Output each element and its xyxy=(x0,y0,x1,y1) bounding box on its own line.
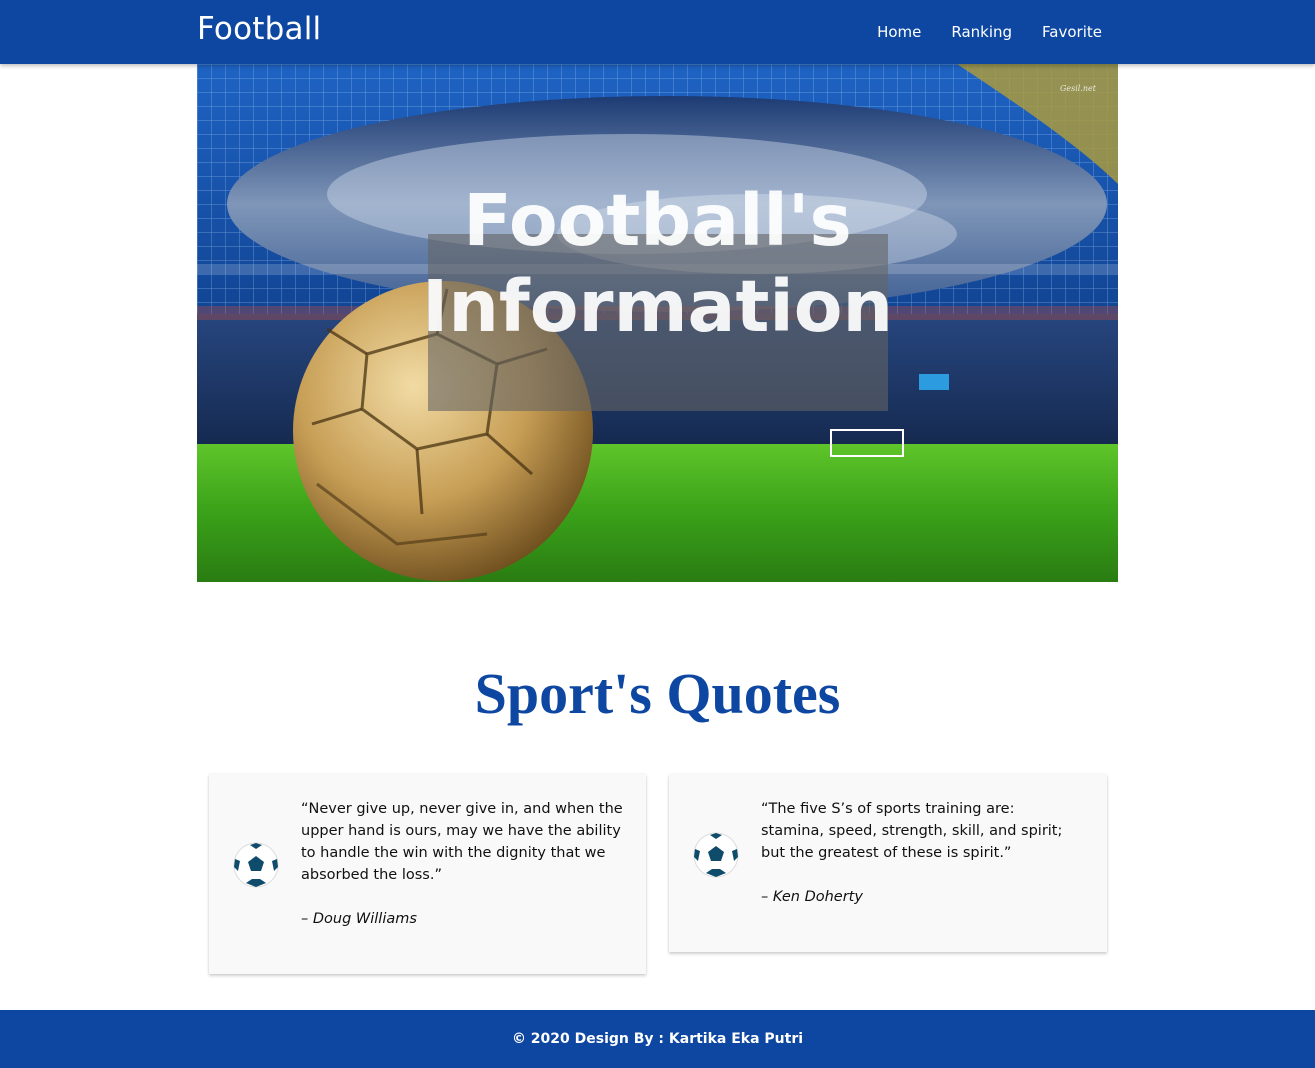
nav-link-favorite[interactable]: Favorite xyxy=(1042,23,1102,41)
quote-card: “Never give up, never give in, and when … xyxy=(209,774,646,974)
quote-text-block: “Never give up, never give in, and when … xyxy=(301,798,626,930)
brand-logo-link[interactable]: Football xyxy=(197,11,321,47)
quote-card: “The five S’s of sports training are: st… xyxy=(669,774,1107,952)
quote-text-block: “The five S’s of sports training are: st… xyxy=(761,798,1081,908)
hero-title: Football's Information xyxy=(197,178,1118,350)
nav-link-ranking[interactable]: Ranking xyxy=(951,23,1012,41)
hero-title-line-1: Football's xyxy=(463,179,852,262)
nav-link-home[interactable]: Home xyxy=(877,23,921,41)
nav-links: Home Ranking Favorite xyxy=(847,0,1102,64)
quote-text: “Never give up, never give in, and when … xyxy=(301,801,623,883)
soccer-ball-icon xyxy=(693,832,739,878)
page-footer: © 2020 Design By : Kartika Eka Putri xyxy=(0,1010,1315,1068)
quote-text: “The five S’s of sports training are: st… xyxy=(761,801,1063,861)
soccer-ball-icon xyxy=(233,842,279,888)
hero-title-line-2: Information xyxy=(421,265,894,348)
top-navbar: Football Home Ranking Favorite xyxy=(0,0,1315,64)
quote-author: – Doug Williams xyxy=(301,911,417,927)
hero-watermark-text: Gesil.net xyxy=(1060,84,1096,93)
footer-copyright: © 2020 Design By : Kartika Eka Putri xyxy=(511,1031,804,1047)
quote-author: – Ken Doherty xyxy=(761,889,863,905)
quotes-section-title: Sport's Quotes xyxy=(474,661,841,726)
